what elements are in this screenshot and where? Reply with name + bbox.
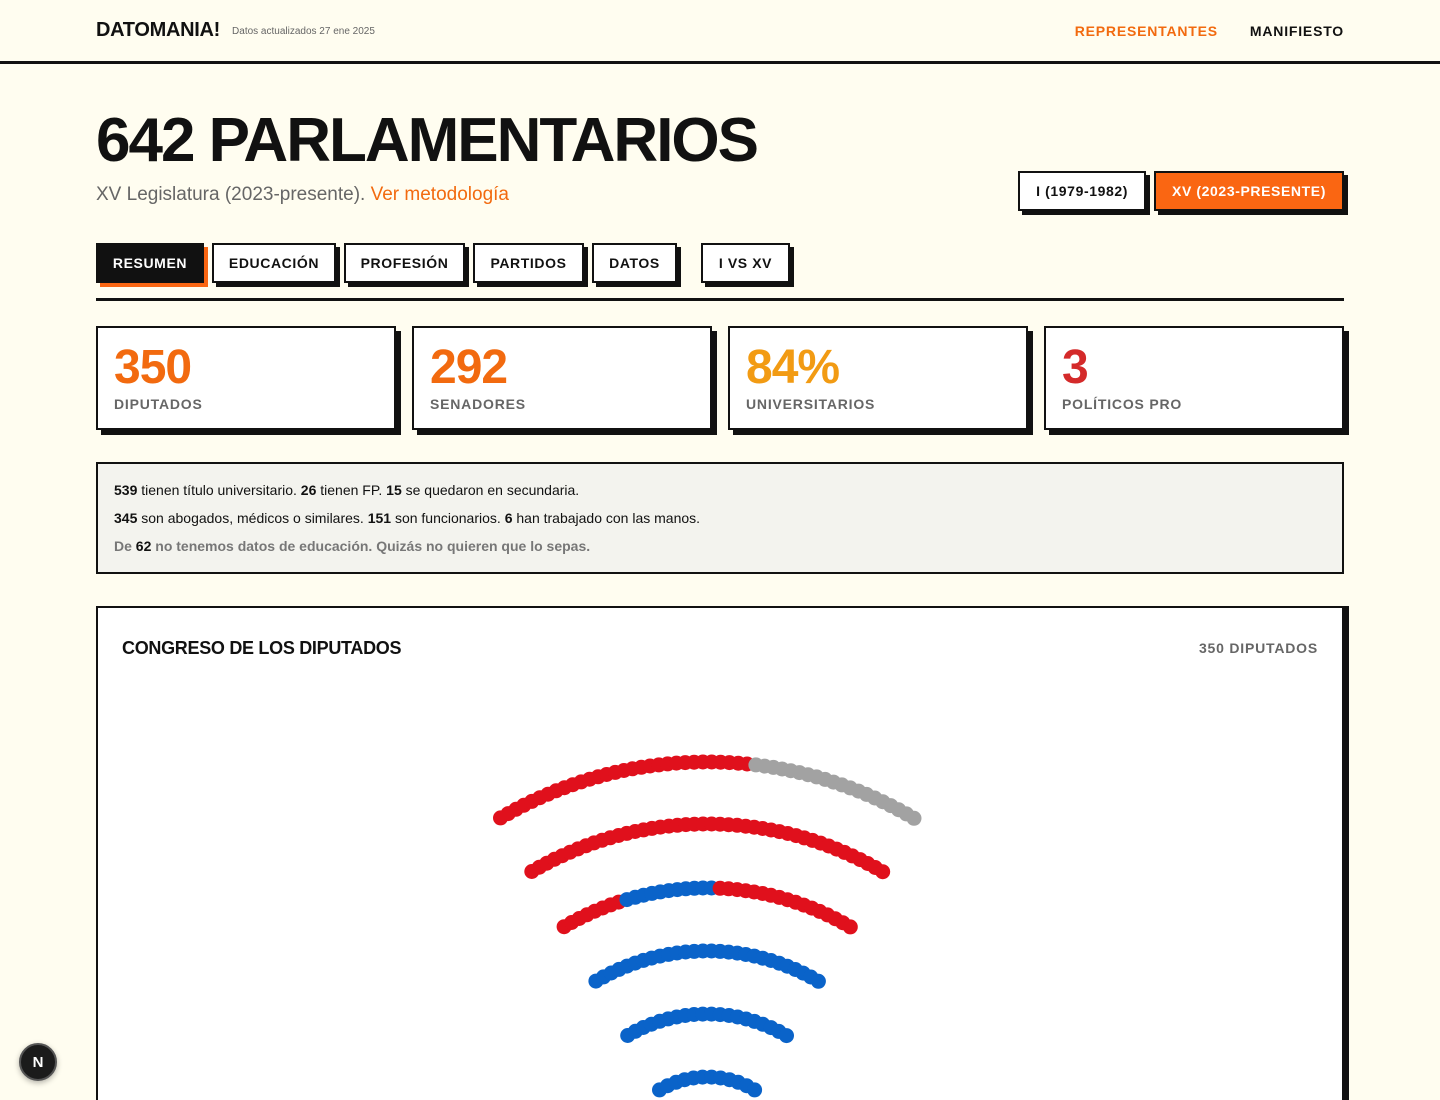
data-updated-text: Datos actualizados 27 ene 2025 [232, 26, 375, 37]
tab-resumen[interactable]: RESUMEN [96, 243, 204, 283]
tab-profesion[interactable]: PROFESIÓN [344, 243, 465, 283]
seat-count: 350 DIPUTADOS [1198, 640, 1318, 656]
summary-number: 539 [114, 482, 138, 498]
hero: 642 PARLAMENTARIOS XV Legislatura (2023-… [96, 106, 759, 206]
summary-box: 539 tienen título universitario. 26 tien… [96, 462, 1344, 574]
seat-dot[interactable] [875, 864, 891, 880]
summary-education-line: 539 tienen título universitario. 26 tien… [114, 476, 1326, 504]
stat-label: DIPUTADOS [114, 396, 203, 412]
legislature-xv-button[interactable]: XV (2023-PRESENTE) [1154, 171, 1344, 211]
page-title: 642 PARLAMENTARIOS [96, 106, 759, 175]
summary-profession-line: 345 son abogados, médicos o similares. 1… [114, 504, 1326, 532]
seat-dot[interactable] [747, 1082, 763, 1098]
stat-value: 84% [746, 341, 840, 394]
stat-card-senadores: 292 SENADORES [412, 326, 712, 430]
stat-value: 292 [430, 341, 508, 394]
hemicycle-chart [493, 754, 922, 1098]
stat-card-universitarios: 84% UNIVERSITARIOS [728, 326, 1028, 430]
stat-value: 3 [1062, 341, 1089, 394]
top-bar: DATOMANIA! Datos actualizados 27 ene 202… [0, 0, 1440, 64]
summary-number: 345 [114, 510, 138, 526]
summary-number: 26 [300, 482, 317, 498]
tab-i-vs-xv[interactable]: I VS XV [701, 243, 790, 283]
stat-value: 350 [114, 341, 192, 394]
stat-card-diputados: 350 DIPUTADOS [96, 326, 396, 430]
summary-missing-data-line: De 62 no tenemos datos de educación. Qui… [114, 532, 1326, 560]
stat-label: POLÍTICOS PRO [1062, 396, 1183, 412]
tab-educacion[interactable]: EDUCACIÓN [212, 243, 336, 283]
main-nav: REPRESENTANTES MANIFIESTO [1075, 23, 1344, 39]
summary-text: tienen título universitario. [137, 482, 301, 498]
methodology-link[interactable]: Ver metodología [371, 184, 509, 205]
summary-number: 15 [386, 482, 402, 498]
page-subtitle: XV Legislatura (2023-presente). Ver meto… [96, 184, 757, 206]
seat-dot[interactable] [779, 1028, 794, 1044]
nav-manifiesto[interactable]: MANIFIESTO [1250, 23, 1344, 39]
summary-text: son funcionarios. [391, 510, 505, 526]
summary-text: no tenemos datos de educación. Quizás no… [151, 538, 591, 554]
seat-dot[interactable] [842, 919, 858, 935]
tab-datos[interactable]: DATOS [592, 243, 677, 283]
brand-logo[interactable]: DATOMANIA! [96, 19, 220, 42]
legislature-subtitle: XV Legislatura (2023-presente). [96, 184, 366, 205]
summary-number: 151 [367, 510, 392, 526]
summary-text: De [114, 538, 136, 554]
section-tabs: RESUMEN EDUCACIÓN PROFESIÓN PARTIDOS DAT… [96, 243, 1344, 301]
summary-number: 62 [135, 538, 152, 554]
legislature-switcher: I (1979-1982) XV (2023-PRESENTE) [1018, 171, 1344, 211]
summary-text: han trabajado con las manos. [512, 510, 701, 526]
summary-text: se quedaron en secundaria. [401, 482, 580, 498]
stat-card-politicos-pro: 3 POLÍTICOS PRO [1044, 326, 1344, 430]
dev-tools-badge[interactable]: N [19, 1043, 57, 1081]
congreso-panel: CONGRESO DE LOS DIPUTADOS 350 DIPUTADOS [96, 606, 1344, 1100]
nav-representantes[interactable]: REPRESENTANTES [1075, 23, 1218, 39]
tab-partidos[interactable]: PARTIDOS [473, 243, 584, 283]
summary-text: son abogados, médicos o similares. [137, 510, 368, 526]
legislature-i-button[interactable]: I (1979-1982) [1018, 171, 1147, 211]
summary-text: tienen FP. [316, 482, 387, 498]
seat-dot[interactable] [810, 973, 826, 989]
chart-title: CONGRESO DE LOS DIPUTADOS [122, 638, 402, 658]
stat-label: SENADORES [430, 396, 526, 412]
stat-label: UNIVERSITARIOS [746, 396, 876, 412]
seat-dot[interactable] [906, 810, 922, 826]
stats-row: 350 DIPUTADOS 292 SENADORES 84% UNIVERSI… [96, 326, 1344, 430]
